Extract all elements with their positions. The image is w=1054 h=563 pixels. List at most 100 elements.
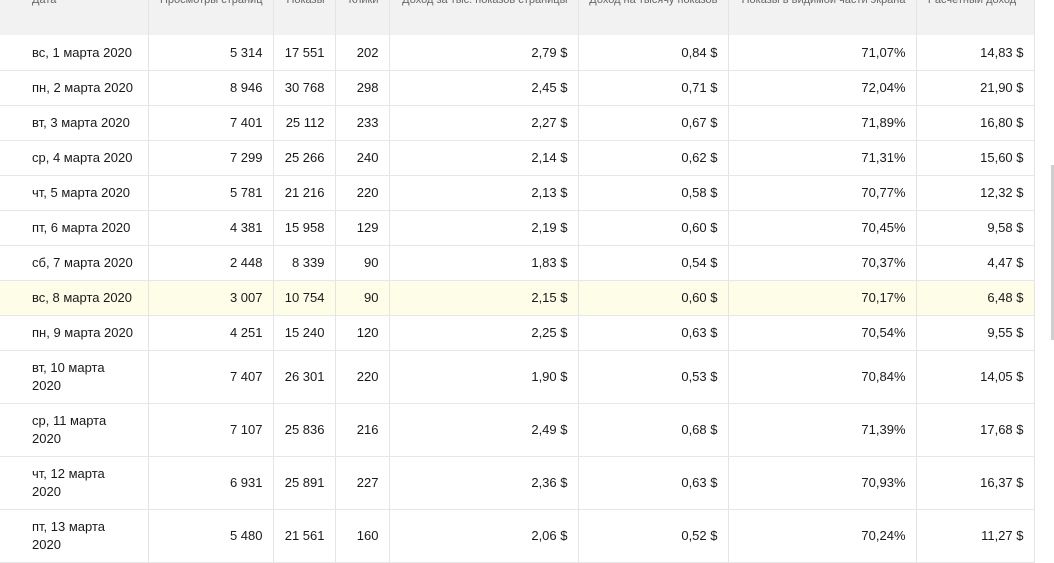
cell-pageviews: 5 314 — [148, 35, 274, 71]
table-row[interactable]: пт, 13 марта 2020 5 480 21 561 160 2,06 $0,5… — [0, 509, 1035, 563]
cell-date: сб, 7 марта 2020 — [0, 245, 149, 281]
table-row[interactable]: сб, 7 марта 2020 2 448 8 339 90 1,83 $0,54 $… — [0, 245, 1035, 281]
cell-clicks: 202 — [335, 35, 390, 71]
cell-rpm: 2,79 $ — [389, 35, 579, 71]
table-row[interactable]: вт, 10 марта 2020 7 407 26 301 220 1,90 $0,5… — [0, 350, 1035, 404]
cell-viewability: 71,07% — [728, 35, 917, 71]
cell-impressions: 25 891 — [273, 456, 336, 510]
cell-earnings: 17,68 $ — [916, 403, 1035, 457]
header-clicks[interactable]: Клики — [335, 0, 390, 35]
cell-pageviews: 7 107 — [148, 403, 274, 457]
cell-earnings: 9,55 $ — [916, 315, 1035, 351]
cell-date: пт, 6 марта 2020 — [0, 210, 149, 246]
cell-pageviews: 6 931 — [148, 456, 274, 510]
cell-rpm: 1,83 $ — [389, 245, 579, 281]
cell-ecpm: 0,60 $ — [578, 210, 729, 246]
cell-pageviews: 4 251 — [148, 315, 274, 351]
cell-clicks: 129 — [335, 210, 390, 246]
cell-rpm: 1,90 $ — [389, 350, 579, 404]
cell-earnings: 4,47 $ — [916, 245, 1035, 281]
table-row[interactable]: вт, 3 марта 2020 7 401 25 112 233 2,27 $0,67… — [0, 105, 1035, 141]
cell-pageviews: 7 401 — [148, 105, 274, 141]
cell-date: чт, 12 марта 2020 — [0, 456, 149, 510]
table-row[interactable]: ср, 11 марта 2020 7 107 25 836 216 2,49 $0,6… — [0, 403, 1035, 457]
table-row[interactable]: пн, 2 марта 2020 8 946 30 768 298 2,45 $0,71… — [0, 70, 1035, 106]
cell-ecpm: 0,60 $ — [578, 280, 729, 316]
cell-impressions: 25 112 — [273, 105, 336, 141]
cell-impressions: 15 240 — [273, 315, 336, 351]
cell-clicks: 298 — [335, 70, 390, 106]
cell-clicks: 220 — [335, 350, 390, 404]
cell-viewability: 71,31% — [728, 140, 917, 176]
header-earnings[interactable]: Расчетный доход * — [916, 0, 1035, 35]
cell-rpm: 2,25 $ — [389, 315, 579, 351]
cell-viewability: 70,45% — [728, 210, 917, 246]
cell-ecpm: 0,62 $ — [578, 140, 729, 176]
table-body: вс, 1 марта 2020 5 314 17 551 202 2,79 $0,84… — [0, 35, 1035, 563]
cell-pageviews: 7 407 — [148, 350, 274, 404]
cell-pageviews: 4 381 — [148, 210, 274, 246]
cell-ecpm: 0,54 $ — [578, 245, 729, 281]
cell-viewability: 70,84% — [728, 350, 917, 404]
cell-earnings: 21,90 $ — [916, 70, 1035, 106]
header-pageviews[interactable]: Просмотры страниц — [148, 0, 274, 35]
cell-ecpm: 0,52 $ — [578, 509, 729, 563]
cell-viewability: 70,93% — [728, 456, 917, 510]
cell-pageviews: 7 299 — [148, 140, 274, 176]
table-row[interactable]: вс, 8 марта 2020 3 007 10 754 90 2,15 $0,60 … — [0, 280, 1035, 316]
header-impressions[interactable]: Показы — [273, 0, 336, 35]
cell-rpm: 2,36 $ — [389, 456, 579, 510]
cell-ecpm: 0,58 $ — [578, 175, 729, 211]
cell-clicks: 90 — [335, 245, 390, 281]
table-row[interactable]: чт, 5 марта 2020 5 781 21 216 220 2,13 $0,58… — [0, 175, 1035, 211]
cell-pageviews: 3 007 — [148, 280, 274, 316]
table-row[interactable]: чт, 12 марта 2020 6 931 25 891 227 2,36 $0,6… — [0, 456, 1035, 510]
cell-rpm: 2,27 $ — [389, 105, 579, 141]
cell-clicks: 233 — [335, 105, 390, 141]
cell-impressions: 26 301 — [273, 350, 336, 404]
header-rpm[interactable]: Доход за тыс. показов страницы — [389, 0, 579, 35]
table-row[interactable]: пт, 6 марта 2020 4 381 15 958 129 2,19 $0,60… — [0, 210, 1035, 246]
cell-viewability: 72,04% — [728, 70, 917, 106]
cell-date: пт, 13 марта 2020 — [0, 509, 149, 563]
cell-earnings: 16,37 $ — [916, 456, 1035, 510]
cell-pageviews: 5 480 — [148, 509, 274, 563]
header-row: Дата Просмотры страниц Показы Клики Дохо… — [0, 0, 1035, 35]
cell-impressions: 30 768 — [273, 70, 336, 106]
cell-viewability: 70,37% — [728, 245, 917, 281]
cell-earnings: 12,32 $ — [916, 175, 1035, 211]
cell-earnings: 16,80 $ — [916, 105, 1035, 141]
cell-rpm: 2,06 $ — [389, 509, 579, 563]
cell-clicks: 216 — [335, 403, 390, 457]
header-viewability[interactable]: Показы в видимой части экрана — [728, 0, 917, 35]
cell-rpm: 2,45 $ — [389, 70, 579, 106]
cell-earnings: 11,27 $ — [916, 509, 1035, 563]
header-ecpm[interactable]: Доход на тысячу показов — [578, 0, 729, 35]
cell-ecpm: 0,63 $ — [578, 456, 729, 510]
cell-date: вс, 1 марта 2020 — [0, 35, 149, 71]
cell-date: вс, 8 марта 2020 — [0, 280, 149, 316]
table-header: Дата Просмотры страниц Показы Клики Дохо… — [0, 0, 1035, 35]
cell-impressions: 15 958 — [273, 210, 336, 246]
cell-date: ср, 11 марта 2020 — [0, 403, 149, 457]
cell-date: вт, 10 марта 2020 — [0, 350, 149, 404]
cell-date: пн, 2 марта 2020 — [0, 70, 149, 106]
cell-ecpm: 0,63 $ — [578, 315, 729, 351]
cell-impressions: 10 754 — [273, 280, 336, 316]
cell-ecpm: 0,68 $ — [578, 403, 729, 457]
cell-viewability: 70,17% — [728, 280, 917, 316]
cell-clicks: 227 — [335, 456, 390, 510]
cell-viewability: 71,39% — [728, 403, 917, 457]
cell-ecpm: 0,67 $ — [578, 105, 729, 141]
cell-rpm: 2,15 $ — [389, 280, 579, 316]
table-row[interactable]: пн, 9 марта 2020 4 251 15 240 120 2,25 $0,63… — [0, 315, 1035, 351]
table-row[interactable]: вс, 1 марта 2020 5 314 17 551 202 2,79 $0,84… — [0, 35, 1035, 71]
cell-date: ср, 4 марта 2020 — [0, 140, 149, 176]
cell-pageviews: 8 946 — [148, 70, 274, 106]
header-date[interactable]: Дата — [0, 0, 149, 35]
table-row[interactable]: ср, 4 марта 2020 7 299 25 266 240 2,14 $0,62… — [0, 140, 1035, 176]
cell-earnings: 14,05 $ — [916, 350, 1035, 404]
report-table: Дата Просмотры страниц Показы Клики Дохо… — [0, 0, 1035, 563]
cell-clicks: 90 — [335, 280, 390, 316]
cell-ecpm: 0,71 $ — [578, 70, 729, 106]
